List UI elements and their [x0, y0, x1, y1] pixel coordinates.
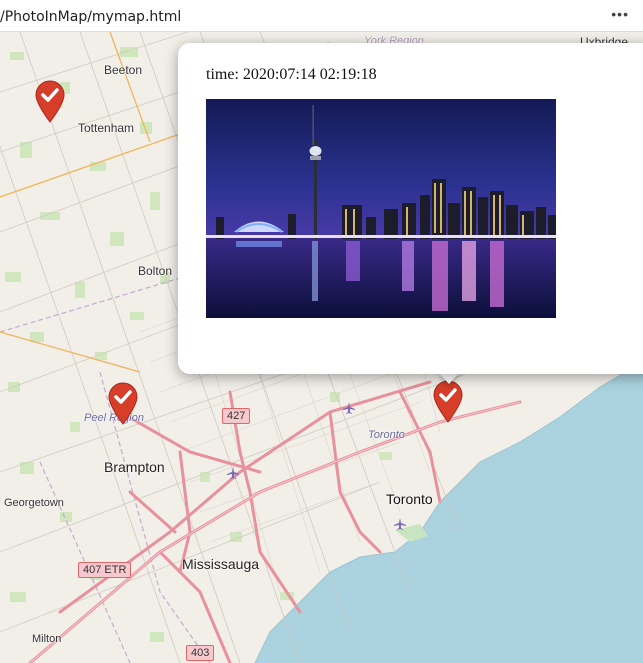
map-marker-tottenham[interactable]: [34, 80, 66, 124]
georgetown-label: Georgetown: [4, 497, 64, 509]
mississauga-label: Mississauga: [182, 556, 260, 572]
url-text[interactable]: /PhotoInMap/mymap.html: [0, 9, 181, 25]
address-bar[interactable]: /PhotoInMap/mymap.html •••: [0, 0, 643, 32]
beeton-label: Beeton: [104, 63, 143, 77]
highway-403-shield: 403: [186, 645, 215, 661]
airport-icon: [394, 518, 406, 530]
tottenham-label: Tottenham: [78, 121, 135, 135]
toronto-region-label: Toronto: [368, 429, 405, 441]
map-marker-toronto[interactable]: [432, 380, 464, 424]
toronto-skyline-photo: [206, 99, 556, 318]
highway-407-shield: 407 ETR: [78, 562, 132, 578]
photo-time-text: time: 2020:07:14 02:19:18: [206, 66, 377, 83]
airport-icon: [227, 467, 239, 479]
photo-popup[interactable]: time: 2020:07:14 02:19:18: [178, 43, 643, 374]
ellipsis-icon[interactable]: •••: [611, 6, 629, 22]
brampton-label: Brampton: [104, 459, 165, 475]
milton-label: Milton: [32, 633, 62, 645]
highway-427-shield: 427: [222, 408, 251, 424]
map-marker-brampton[interactable]: [107, 382, 139, 426]
bolton-label: Bolton: [138, 264, 173, 278]
airport-icon: [343, 402, 355, 414]
toronto-label: Toronto: [386, 491, 433, 507]
